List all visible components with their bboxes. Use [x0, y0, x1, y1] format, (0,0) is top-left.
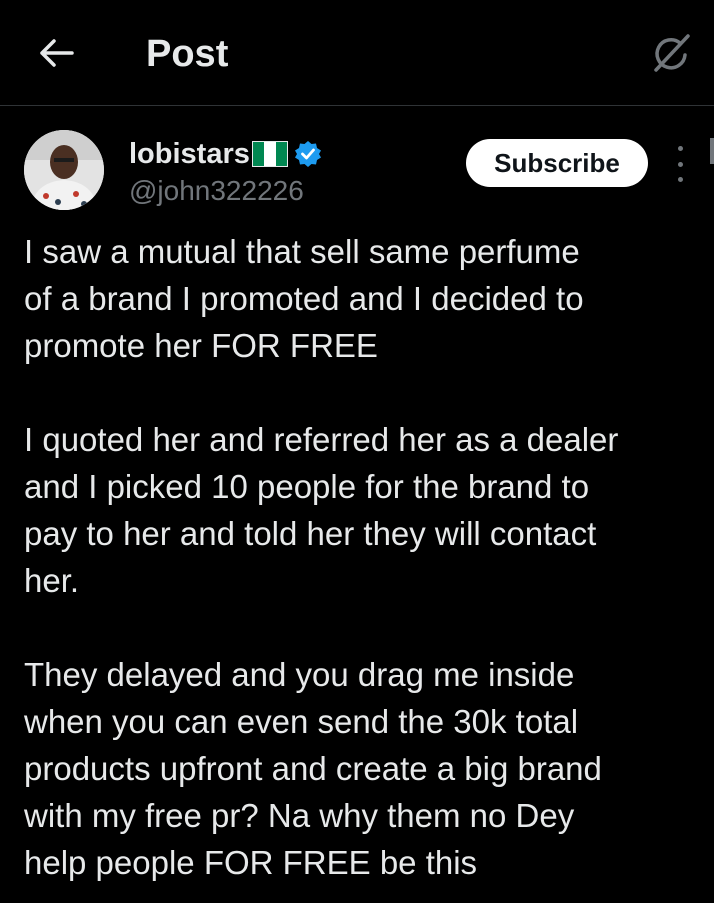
- more-options-button[interactable]: [666, 146, 694, 182]
- tweet-text: I saw a mutual that sell same perfume of…: [24, 228, 704, 886]
- verified-badge-icon: [294, 140, 322, 168]
- more-vertical-icon: [677, 146, 683, 151]
- arrow-left-icon: [40, 39, 74, 67]
- page-title: Post: [146, 33, 229, 75]
- author-handle[interactable]: @john322226: [129, 175, 304, 207]
- author-name[interactable]: lobistars: [129, 138, 250, 170]
- scrollbar-thumb[interactable]: [710, 138, 714, 164]
- author-name-row[interactable]: lobistars: [129, 138, 322, 170]
- top-bar: Post: [0, 0, 714, 106]
- subscribe-button[interactable]: Subscribe: [466, 139, 648, 187]
- tweet-paragraph: They delayed and you drag me inside when…: [24, 656, 602, 881]
- tweet-paragraph: I quoted her and referred her as a deale…: [24, 421, 619, 599]
- tweet-paragraph: I saw a mutual that sell same perfume of…: [24, 233, 584, 364]
- grok-button[interactable]: [646, 28, 696, 78]
- grok-icon: [654, 34, 690, 72]
- back-button[interactable]: [36, 33, 76, 73]
- avatar[interactable]: [24, 130, 104, 210]
- avatar-photo: [24, 130, 104, 210]
- nigeria-flag-icon: [251, 141, 288, 167]
